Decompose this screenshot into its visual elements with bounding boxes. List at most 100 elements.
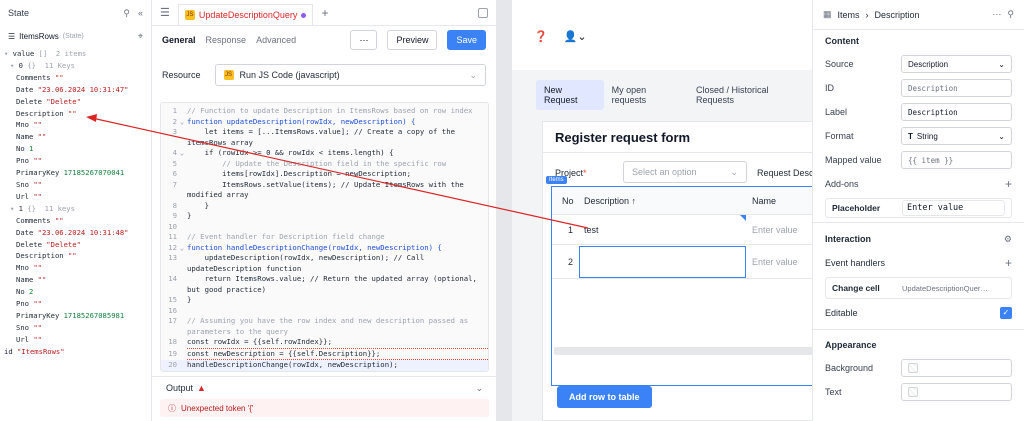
help-icon[interactable]: ❓ bbox=[534, 30, 548, 43]
more-icon[interactable]: ⋯ bbox=[992, 9, 1001, 20]
code-line[interactable]: 2 ⌄ function updateDescription(rowIdx, new… bbox=[161, 117, 488, 128]
state-key: Date bbox=[16, 84, 38, 94]
code-line[interactable]: 4 ⌄ if (rowIdx >= 0 && rowIdx < items.len… bbox=[161, 148, 488, 159]
panel-toggle-icon[interactable] bbox=[478, 7, 488, 18]
tab-my-open-requests[interactable]: My open requests bbox=[604, 80, 688, 110]
output-header[interactable]: Output ▲ ⌄ bbox=[152, 377, 497, 399]
state-tree-node: Mno "" bbox=[4, 119, 151, 131]
resource-select[interactable]: JS Run JS Code (javascript) ⌄ bbox=[214, 64, 486, 86]
code-line[interactable]: 14 return ItemsRows.value; // Return the… bbox=[161, 274, 488, 295]
project-select[interactable]: Select an option ⌄ bbox=[623, 161, 747, 183]
code-line[interactable]: 16 bbox=[161, 306, 488, 317]
placeholder-input[interactable]: Enter value bbox=[902, 200, 1005, 216]
code-line[interactable]: 8 } bbox=[161, 201, 488, 212]
state-key: Pno bbox=[16, 299, 34, 309]
code-line[interactable]: 19 const newDescription = {{self.Descript… bbox=[161, 349, 488, 360]
state-tree-node: Description "" bbox=[4, 108, 151, 120]
fold-icon[interactable]: ⌄ bbox=[177, 148, 187, 159]
items-table[interactable]: Items No Description ↑ Name 1 test Enter… bbox=[546, 176, 812, 386]
pin-icon[interactable]: ⚲ bbox=[1007, 9, 1014, 20]
code-line[interactable]: 11 // Event handler for Description field… bbox=[161, 232, 488, 243]
code-line[interactable]: 18 const rowIdx = {{self.rowIndex}}; bbox=[161, 337, 488, 349]
mapped-value-input[interactable]: {{ item }} bbox=[901, 151, 1012, 169]
add-tab-icon[interactable]: + bbox=[321, 6, 328, 20]
editable-checkbox[interactable]: ✓ bbox=[1000, 307, 1012, 319]
state-tree-node[interactable]: ▾ 0 {} 11 Keys bbox=[4, 60, 151, 72]
state-tree-node[interactable]: ▾ value [] 2 items bbox=[4, 48, 151, 60]
user-icon[interactable]: 👤⌄ bbox=[564, 30, 587, 43]
more-options-button[interactable]: ⋯ bbox=[350, 30, 378, 50]
tab-advanced[interactable]: Advanced bbox=[256, 35, 296, 45]
code-line[interactable]: 10 bbox=[161, 222, 488, 233]
tab-closed-requests[interactable]: Closed / Historical Requests bbox=[688, 80, 812, 110]
state-key: Sno bbox=[16, 322, 34, 332]
chevron-down-icon[interactable]: ⌄ bbox=[475, 383, 483, 394]
target-icon[interactable]: ⌖ bbox=[138, 31, 143, 42]
column-header-no[interactable]: No bbox=[562, 196, 574, 206]
cell-name[interactable]: Enter value bbox=[752, 257, 798, 267]
state-tree-node: No 2 bbox=[4, 286, 151, 298]
change-cell-handler[interactable]: Change cell UpdateDescriptionQuer… bbox=[825, 277, 1012, 299]
inspector-panel: ▦ Items › Description ⋯ ⚲ Content Source… bbox=[812, 0, 1024, 421]
label-input[interactable]: Description bbox=[901, 103, 1012, 121]
horizontal-scrollbar[interactable] bbox=[554, 347, 812, 355]
tab-new-request[interactable]: New Request bbox=[536, 80, 604, 110]
breadcrumb-parent[interactable]: Items bbox=[838, 10, 860, 20]
code-editor[interactable]: 1 // Function to update Description in It… bbox=[160, 102, 489, 372]
pin-icon[interactable]: ⚲ bbox=[123, 8, 130, 19]
tab-response[interactable]: Response bbox=[206, 35, 247, 45]
cell-name[interactable]: Enter value bbox=[752, 225, 798, 235]
menu-icon[interactable]: ☰ bbox=[160, 6, 170, 19]
add-row-button[interactable]: Add row to table bbox=[557, 386, 652, 408]
background-color-input[interactable] bbox=[901, 359, 1012, 377]
cell-no: 1 bbox=[568, 225, 574, 235]
interaction-title: Interaction bbox=[825, 234, 872, 244]
state-panel-header: State ⚲ « bbox=[0, 0, 151, 26]
fold-icon bbox=[177, 180, 187, 201]
code-line[interactable]: 12 ⌄ function handleDescriptionChange(rowI… bbox=[161, 243, 488, 254]
state-value: "" bbox=[37, 132, 47, 142]
code-line[interactable]: 9} bbox=[161, 211, 488, 222]
code-line[interactable]: 20 handleDescriptionChange(rowIdx, newDes… bbox=[161, 360, 488, 371]
text-color-input[interactable] bbox=[901, 383, 1012, 401]
table-row[interactable]: 2 Enter value bbox=[552, 245, 812, 279]
state-tree-node[interactable]: ▾ 1 {} 11 keys bbox=[4, 203, 151, 215]
id-input[interactable]: Description bbox=[901, 79, 1012, 97]
settings-sliders-icon[interactable]: ⚙ bbox=[1004, 234, 1012, 245]
column-header-name[interactable]: Name bbox=[752, 196, 776, 206]
code-text: } bbox=[187, 200, 209, 210]
save-button[interactable]: Save bbox=[447, 30, 486, 50]
code-line[interactable]: 7 ItemsRows.setValue(items); // Update I… bbox=[161, 180, 488, 201]
state-value: "23.06.2024 10:31:47" bbox=[37, 84, 129, 94]
caret-down-icon[interactable]: ▾ bbox=[4, 49, 13, 58]
state-value: 2 bbox=[28, 287, 34, 297]
format-select[interactable]: T String ⌄ bbox=[901, 127, 1012, 145]
cell-description[interactable]: test bbox=[584, 225, 599, 235]
code-line[interactable]: 17 // Assuming you have the row index and… bbox=[161, 316, 488, 337]
state-tree-node: Comments "" bbox=[4, 72, 151, 84]
fold-icon[interactable]: ⌄ bbox=[177, 243, 187, 254]
code-line[interactable]: 6 items[rowIdx].Description = newDescrip… bbox=[161, 169, 488, 180]
caret-down-icon[interactable]: ▾ bbox=[10, 204, 19, 213]
add-icon[interactable]: + bbox=[1005, 177, 1012, 191]
appearance-title: Appearance bbox=[825, 340, 877, 350]
tab-general[interactable]: General bbox=[162, 35, 196, 45]
query-tab[interactable]: JS UpdateDescriptionQuery bbox=[177, 3, 314, 26]
code-line[interactable]: 3 let items = [...ItemsRows.value]; // C… bbox=[161, 127, 488, 148]
interaction-section: Interaction ⚙ bbox=[813, 227, 1024, 251]
caret-down-icon[interactable]: ▾ bbox=[10, 61, 19, 70]
source-select[interactable]: Description ⌄ bbox=[901, 55, 1012, 73]
table-row[interactable]: 1 test Enter value bbox=[552, 215, 812, 245]
add-icon[interactable]: + bbox=[1005, 256, 1012, 270]
code-line[interactable]: 5 // Update the Description field in the… bbox=[161, 159, 488, 170]
preview-button[interactable]: Preview bbox=[387, 30, 438, 50]
cell-description-editor[interactable] bbox=[579, 246, 746, 278]
collapse-icon[interactable]: « bbox=[138, 8, 143, 18]
state-variable-row[interactable]: ☰ ItemsRows (State) ⌖ bbox=[0, 26, 151, 46]
code-line[interactable]: 13 updateDescription(rowIdx, newDescript… bbox=[161, 253, 488, 274]
placeholder-addon[interactable]: Placeholder Enter value bbox=[825, 198, 1012, 218]
code-line[interactable]: 1 // Function to update Description in It… bbox=[161, 106, 488, 117]
column-header-description[interactable]: Description ↑ bbox=[584, 196, 636, 206]
code-line[interactable]: 15} bbox=[161, 295, 488, 306]
fold-icon[interactable]: ⌄ bbox=[177, 117, 187, 128]
